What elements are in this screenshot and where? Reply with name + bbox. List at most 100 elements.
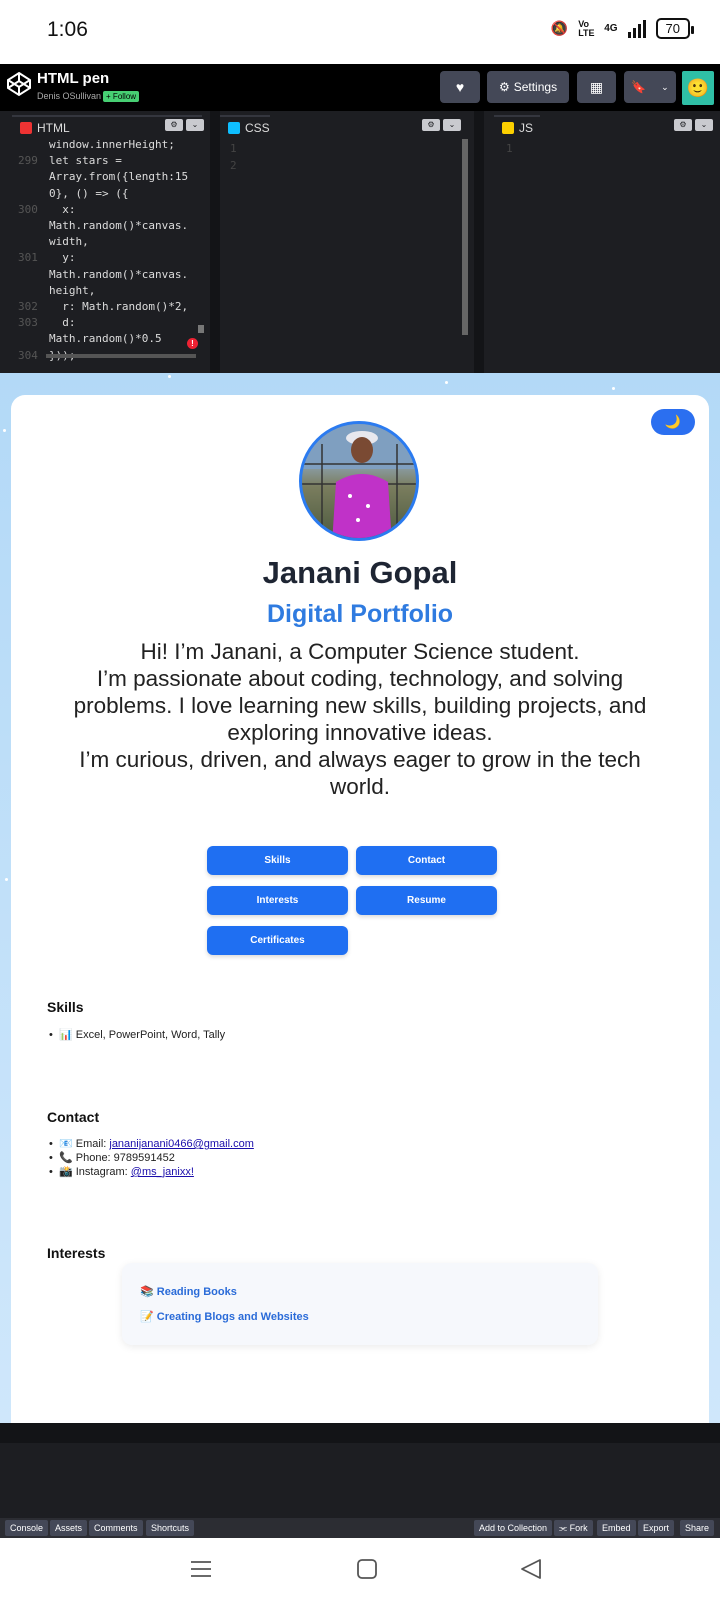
- code-line: 302 r: Math.random()*2,: [18, 300, 189, 313]
- star-decoration: [5, 878, 8, 881]
- interests-card: 📚 Reading Books 📝 Creating Blogs and Web…: [122, 1263, 598, 1345]
- battery-icon: 70: [655, 18, 695, 39]
- contact-button[interactable]: Contact: [356, 846, 497, 875]
- bookmark-button[interactable]: 🔖 ⌄: [624, 71, 676, 103]
- gear-icon[interactable]: ⚙: [165, 119, 183, 131]
- settings-button[interactable]: ⚙ Settings: [487, 71, 569, 103]
- console-area: [0, 1423, 720, 1518]
- error-icon[interactable]: !: [187, 338, 198, 349]
- bio-line: Hi! I’m Janani, a Computer Science stude…: [140, 639, 580, 664]
- star-decoration: [445, 381, 448, 384]
- code-line: 299 let stars =: [18, 154, 122, 168]
- back-icon[interactable]: [520, 1558, 542, 1580]
- css-pane: CSS ⚙ ⌄ 1 2: [220, 111, 472, 373]
- fork-button[interactable]: ⫘ Fork: [554, 1520, 593, 1536]
- code-editor: HTML ⚙ ⌄ window.innerHeight; 299 let stars …: [0, 111, 720, 373]
- theme-toggle-button[interactable]: 🌙: [651, 409, 695, 435]
- codepen-header: HTML pen Denis OSullivan + Follow ♥ ⚙ Set…: [0, 64, 720, 111]
- scrollbar-vertical[interactable]: [198, 325, 204, 333]
- html-icon: [20, 122, 32, 134]
- follow-button[interactable]: + Follow: [103, 91, 140, 102]
- js-pane: JS ⚙ ⌄ 1: [494, 111, 720, 373]
- network-label: 4G: [604, 23, 618, 34]
- interest-item[interactable]: 📝 Creating Blogs and Websites: [140, 1310, 309, 1323]
- layout-button[interactable]: ▦: [577, 71, 616, 103]
- js-icon: [502, 122, 514, 134]
- pane-divider[interactable]: [474, 111, 484, 373]
- signal-icon: [627, 19, 646, 38]
- skills-heading: Skills: [47, 999, 84, 1015]
- star-decoration: [168, 375, 171, 378]
- chevron-down-icon[interactable]: ⌄: [443, 119, 461, 131]
- user-avatar[interactable]: 🙂: [682, 71, 714, 105]
- export-button[interactable]: Export: [638, 1520, 675, 1536]
- share-button[interactable]: Share: [680, 1520, 715, 1536]
- chevron-down-icon[interactable]: ⌄: [695, 119, 713, 131]
- layout-icon: ▦: [589, 78, 604, 95]
- email-link[interactable]: jananijanani0466@gmail.com: [109, 1138, 253, 1150]
- code-line: width,: [49, 235, 89, 249]
- preview-frame: 🌙 Janani Gopal Digital Portfolio Hi! I’m…: [0, 373, 720, 1423]
- tab-js[interactable]: JS: [494, 115, 540, 139]
- system-nav-bar: [0, 1538, 720, 1612]
- contact-heading: Contact: [47, 1109, 100, 1125]
- resume-button[interactable]: Resume: [356, 886, 497, 915]
- list-item: 📊 Excel, PowerPoint, Word, Tally: [49, 1028, 225, 1042]
- gear-icon[interactable]: ⚙: [674, 119, 692, 131]
- js-code-area[interactable]: 1: [506, 141, 513, 158]
- star-decoration: [612, 387, 615, 390]
- add-to-collection-button[interactable]: Add to Collection: [474, 1520, 553, 1536]
- skills-button[interactable]: Skills: [207, 846, 348, 875]
- css-code-area[interactable]: 1 2: [230, 141, 237, 174]
- js-pane-controls[interactable]: ⚙ ⌄: [674, 119, 713, 131]
- moon-icon: 🌙: [664, 414, 682, 429]
- bookmark-icon: 🔖: [631, 80, 647, 94]
- code-line: window.innerHeight;: [49, 138, 175, 151]
- html-pane-controls[interactable]: ⚙ ⌄: [165, 119, 204, 131]
- author-name[interactable]: Denis OSullivan: [37, 91, 101, 101]
- heart-icon: ♥: [455, 79, 465, 95]
- shortcuts-button[interactable]: Shortcuts: [146, 1520, 195, 1536]
- volte-icon: Vo LTE: [578, 18, 595, 38]
- skills-list: 📊 Excel, PowerPoint, Word, Tally: [49, 1028, 225, 1042]
- portfolio-card: 🌙 Janani Gopal Digital Portfolio Hi! I’m…: [11, 395, 709, 1423]
- code-line: 0}, () => ({: [49, 186, 129, 200]
- interests-button[interactable]: Interests: [207, 886, 348, 915]
- interest-item[interactable]: 📚 Reading Books: [140, 1285, 237, 1298]
- home-icon[interactable]: [356, 1558, 378, 1580]
- status-bar: 1:06 🔕 Vo LTE 4G 70: [0, 0, 720, 64]
- scrollbar-horizontal[interactable]: [46, 354, 196, 358]
- certificates-button[interactable]: Certificates: [207, 926, 348, 955]
- code-line: 303 d:: [18, 316, 76, 330]
- pane-divider[interactable]: [210, 111, 220, 373]
- like-button[interactable]: ♥: [440, 71, 480, 103]
- profile-bio: Hi! I’m Janani, a Computer Science stude…: [55, 638, 665, 800]
- css-pane-controls[interactable]: ⚙ ⌄: [422, 119, 461, 131]
- code-line: 301 y:: [18, 251, 76, 265]
- profile-photo-image: [302, 424, 416, 538]
- gear-icon[interactable]: ⚙: [422, 119, 440, 131]
- tab-css[interactable]: CSS: [220, 115, 270, 139]
- menu-icon[interactable]: [190, 1558, 212, 1580]
- pen-author: Denis OSullivan + Follow: [37, 91, 140, 102]
- bio-line: I’m curious, driven, and always eager to…: [79, 747, 641, 799]
- code-line: Math.random()*0.5: [49, 332, 162, 346]
- html-code-area[interactable]: window.innerHeight; 299 let stars = Array.f…: [0, 137, 210, 373]
- instagram-link[interactable]: @ms_janixx!: [131, 1166, 194, 1178]
- css-icon: [228, 122, 240, 134]
- embed-button[interactable]: Embed: [597, 1520, 636, 1536]
- scrollbar-vertical[interactable]: [462, 139, 468, 335]
- console-button[interactable]: Console: [5, 1520, 49, 1536]
- chevron-down-icon[interactable]: ⌄: [186, 119, 204, 131]
- assets-button[interactable]: Assets: [50, 1520, 88, 1536]
- pen-title: HTML pen: [37, 70, 110, 87]
- star-decoration: [3, 429, 6, 432]
- html-pane: HTML ⚙ ⌄ window.innerHeight; 299 let stars …: [0, 111, 210, 373]
- bio-line: I’m passionate about coding, technology,…: [73, 666, 647, 745]
- comments-button[interactable]: Comments: [89, 1520, 143, 1536]
- profile-subtitle: Digital Portfolio: [266, 600, 454, 628]
- codepen-logo-icon[interactable]: [5, 70, 33, 98]
- list-item: 📸 Instagram: @ms_janixx!: [49, 1165, 254, 1179]
- code-line: Array.from({length:15: [49, 170, 189, 184]
- gear-icon: ⚙: [498, 80, 510, 94]
